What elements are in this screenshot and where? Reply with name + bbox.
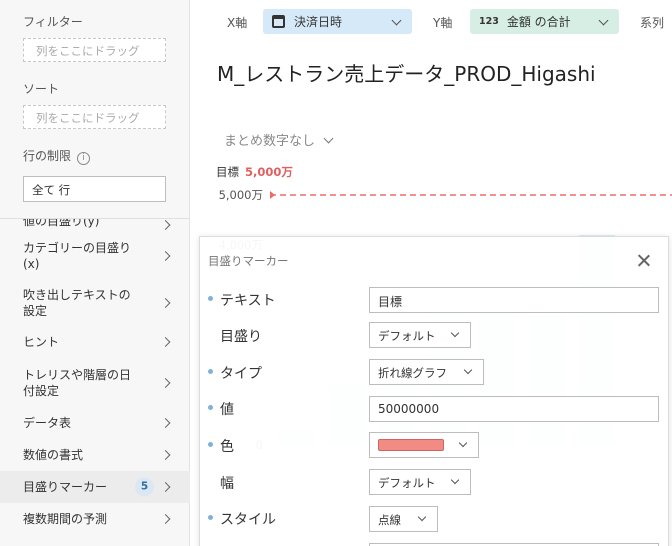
close-icon[interactable] bbox=[636, 253, 652, 269]
type-select[interactable]: 折れ線グラフ bbox=[369, 359, 484, 385]
x-axis-field: 決済日時 bbox=[294, 15, 343, 29]
y-axis-field-pill[interactable]: 123 金額 の合計 bbox=[470, 9, 619, 34]
chevron-right-icon bbox=[160, 220, 171, 230]
style-label: スタイル bbox=[220, 512, 276, 528]
chevron-right-icon bbox=[160, 298, 171, 308]
y-tick-label: 5,000万 bbox=[219, 188, 263, 202]
menu-item-data-table[interactable]: データ表 bbox=[0, 407, 190, 439]
menu-item-number-format[interactable]: 数値の書式 bbox=[0, 439, 190, 471]
chevron-down-icon bbox=[417, 512, 427, 522]
menu-item-trellis[interactable]: トレリスや階層の日付設定 bbox=[0, 359, 190, 407]
menu-item-label: 数値の書式 bbox=[23, 448, 84, 462]
row-indicator bbox=[208, 296, 213, 301]
width-select[interactable]: デフォルト bbox=[369, 469, 471, 495]
sort-dropzone[interactable]: 列をここにドラッグ bbox=[23, 105, 166, 129]
chevron-down-icon bbox=[598, 15, 609, 26]
value-label: 値 bbox=[220, 402, 234, 418]
menu-item-category-axis[interactable]: カテゴリーの目盛り(x) bbox=[0, 231, 190, 281]
menu-item-forecast[interactable]: 複数期間の予測 bbox=[0, 503, 190, 535]
menu-item-callout-text[interactable]: 吹き出しテキストの設定 bbox=[0, 281, 190, 325]
chevron-down-icon bbox=[463, 365, 473, 375]
menu-item-label: データ表 bbox=[23, 416, 72, 430]
color-picker[interactable] bbox=[369, 432, 479, 458]
chevron-right-icon bbox=[160, 337, 171, 347]
x-axis-field-pill[interactable]: 決済日時 bbox=[263, 9, 412, 34]
x-axis-label: X軸 bbox=[227, 16, 248, 30]
summary-label: まとめ数字なし bbox=[224, 134, 316, 149]
menu-item-label: トレリスや階層の日付設定 bbox=[23, 368, 132, 398]
chevron-down-icon bbox=[323, 133, 334, 144]
row-indicator bbox=[208, 405, 213, 410]
menu-item-value-axis[interactable]: 値の目盛り(y) bbox=[0, 219, 190, 231]
menu-item-label: ヒント bbox=[23, 335, 60, 349]
axis-select-value: デフォルト bbox=[378, 329, 436, 343]
info-icon[interactable]: i bbox=[77, 152, 91, 165]
row-limit-input[interactable]: 全て 行 bbox=[23, 176, 166, 202]
count-badge: 5 bbox=[135, 477, 154, 497]
value-input[interactable]: 50000000 bbox=[369, 396, 659, 422]
settings-menu: 値の目盛り(y) カテゴリーの目盛り(x) 吹き出しテキストの設定 ヒント トレ… bbox=[0, 219, 190, 535]
chevron-right-icon bbox=[160, 251, 171, 261]
filter-heading: フィルター bbox=[23, 15, 83, 29]
sort-heading: ソート bbox=[23, 82, 60, 96]
menu-item-label: カテゴリーの目盛り(x) bbox=[23, 241, 132, 271]
chevron-right-icon bbox=[160, 418, 171, 428]
type-label: タイプ bbox=[220, 366, 262, 382]
reference-marker-panel: 目盛りマーカー テキスト 目標 目盛り デフォルト タイプ 折れ線グラフ 値 5… bbox=[199, 236, 669, 546]
width-select-value: デフォルト bbox=[378, 476, 436, 490]
style-select-value: 点線 bbox=[378, 513, 401, 527]
goal-legend-label: 目標 bbox=[216, 165, 239, 179]
menu-item-label: 値の目盛り(y) bbox=[23, 219, 100, 228]
series-label: 系列 bbox=[640, 16, 665, 30]
chevron-right-icon bbox=[160, 450, 171, 460]
chevron-down-icon bbox=[450, 328, 460, 338]
row-limit-label: 行の制限 bbox=[23, 149, 72, 163]
row-indicator bbox=[208, 442, 213, 447]
axis-label: 目盛り bbox=[220, 329, 262, 345]
properties-sidebar: フィルター 列をここにドラッグ ソート 列をここにドラッグ 行の制限 i 全て 行… bbox=[0, 0, 190, 546]
goal-legend-value: 5,000万 bbox=[245, 165, 293, 179]
chevron-down-icon bbox=[458, 438, 468, 448]
y-axis-field: 金額 の合計 bbox=[506, 15, 571, 29]
chevron-down-icon bbox=[450, 475, 460, 485]
style-select[interactable]: 点線 bbox=[369, 506, 438, 532]
text-input[interactable]: 目標 bbox=[369, 287, 659, 313]
chevron-right-icon bbox=[160, 514, 171, 524]
chart-title[interactable]: M_レストラン売上データ_PROD_Higashi bbox=[217, 58, 596, 87]
row-limit-heading: 行の制限 i bbox=[23, 147, 91, 165]
filter-dropzone[interactable]: 列をここにドラッグ bbox=[23, 38, 166, 62]
panel-title: 目盛りマーカー bbox=[208, 254, 289, 268]
goal-legend: 目標 5,000万 bbox=[216, 164, 293, 180]
menu-item-label: 目盛りマーカー bbox=[23, 480, 108, 494]
calendar-icon bbox=[272, 15, 285, 28]
chevron-right-icon bbox=[160, 482, 171, 492]
row-indicator bbox=[208, 515, 213, 520]
text-label: テキスト bbox=[220, 293, 276, 309]
width-label: 幅 bbox=[220, 476, 234, 492]
row-indicator bbox=[208, 369, 213, 374]
summary-dropdown[interactable]: まとめ数字なし bbox=[224, 130, 334, 149]
color-swatch bbox=[378, 439, 444, 451]
chevron-right-icon bbox=[160, 378, 171, 388]
axis-select[interactable]: デフォルト bbox=[369, 322, 471, 348]
type-select-value: 折れ線グラフ bbox=[378, 366, 447, 380]
goal-marker-arrow bbox=[270, 191, 275, 199]
numeric-type-icon: 123 bbox=[479, 16, 499, 27]
menu-item-reference-markers[interactable]: 目盛りマーカー 5 bbox=[0, 471, 190, 503]
menu-item-label: 複数期間の予測 bbox=[23, 512, 108, 526]
chevron-down-icon bbox=[391, 15, 402, 26]
y-axis-label: Y軸 bbox=[433, 16, 453, 30]
menu-item-hint[interactable]: ヒント bbox=[0, 325, 190, 359]
menu-item-label: 吹き出しテキストの設定 bbox=[23, 288, 131, 318]
color-label: 色 bbox=[220, 439, 234, 455]
